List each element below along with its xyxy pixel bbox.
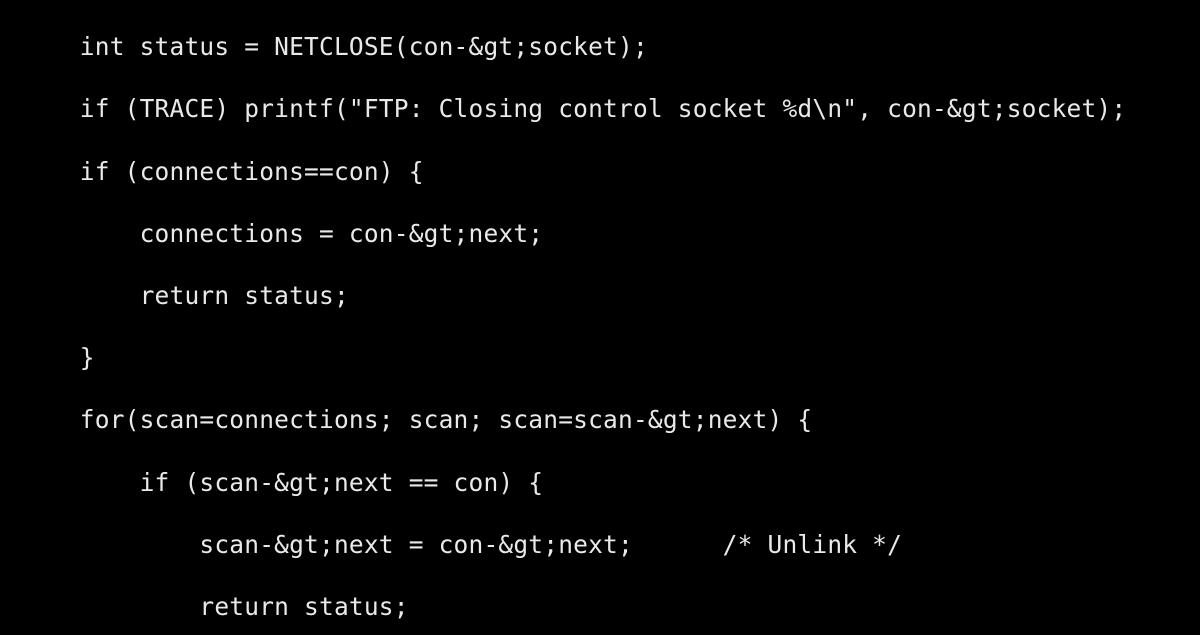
code-line: } xyxy=(20,342,1200,373)
code-line: if (TRACE) printf("FTP: Closing control … xyxy=(20,93,1200,124)
code-line: return status; xyxy=(20,280,1200,311)
code-line: if (scan-&gt;next == con) { xyxy=(20,467,1200,498)
code-line: int status = NETCLOSE(con-&gt;socket); xyxy=(20,31,1200,62)
code-line: scan-&gt;next = con-&gt;next; /* Unlink … xyxy=(20,529,1200,560)
code-line: return status; xyxy=(20,591,1200,622)
code-line: for(scan=connections; scan; scan=scan-&g… xyxy=(20,404,1200,435)
code-line: if (connections==con) { xyxy=(20,156,1200,187)
code-block: int status = NETCLOSE(con-&gt;socket); i… xyxy=(0,0,1200,635)
code-line: connections = con-&gt;next; xyxy=(20,218,1200,249)
